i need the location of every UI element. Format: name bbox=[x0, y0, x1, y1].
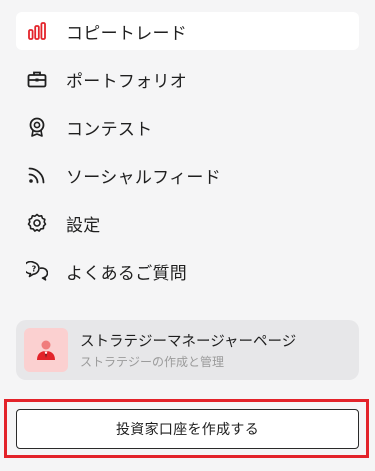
faq-chat-icon: ? bbox=[26, 260, 48, 282]
menu-item-label: コピートレード bbox=[66, 23, 188, 44]
side-menu: コピートレード ポートフォリオ コンテスト ソーシャルフィード 設定 ? よくあ… bbox=[16, 12, 359, 300]
menu-item-label: よくあるご質問 bbox=[66, 263, 188, 284]
gear-icon bbox=[26, 212, 48, 234]
menu-item-contest[interactable]: コンテスト bbox=[16, 108, 359, 146]
mobile-menu-page: コピートレード ポートフォリオ コンテスト ソーシャルフィード 設定 ? よくあ… bbox=[0, 0, 375, 471]
menu-item-label: 設定 bbox=[66, 215, 101, 236]
svg-text:?: ? bbox=[32, 265, 37, 274]
manager-card-title: ストラテジーマネージャーページ bbox=[80, 334, 297, 350]
manager-avatar-icon bbox=[24, 328, 68, 372]
menu-item-faq[interactable]: ? よくあるご質問 bbox=[16, 252, 359, 290]
bar-chart-icon bbox=[26, 20, 48, 42]
menu-item-portfolio[interactable]: ポートフォリオ bbox=[16, 60, 359, 98]
manager-card-text: ストラテジーマネージャーページ ストラテジーの作成と管理 bbox=[80, 330, 296, 370]
menu-item-social-feed[interactable]: ソーシャルフィード bbox=[16, 156, 359, 194]
menu-item-settings[interactable]: 設定 bbox=[16, 204, 359, 242]
briefcase-icon bbox=[26, 68, 48, 90]
strategy-manager-card[interactable]: ストラテジーマネージャーページ ストラテジーの作成と管理 bbox=[16, 320, 359, 380]
menu-item-label: ポートフォリオ bbox=[66, 71, 188, 92]
menu-item-copy-trade[interactable]: コピートレード bbox=[16, 12, 359, 50]
manager-card-subtitle: ストラテジーの作成と管理 bbox=[80, 355, 225, 369]
menu-item-label: コンテスト bbox=[66, 119, 153, 140]
rss-feed-icon bbox=[26, 164, 48, 186]
menu-item-label: ソーシャルフィード bbox=[66, 167, 222, 188]
medal-icon bbox=[26, 116, 48, 138]
create-investor-account-button[interactable]: 投資家口座を作成する bbox=[16, 409, 359, 449]
